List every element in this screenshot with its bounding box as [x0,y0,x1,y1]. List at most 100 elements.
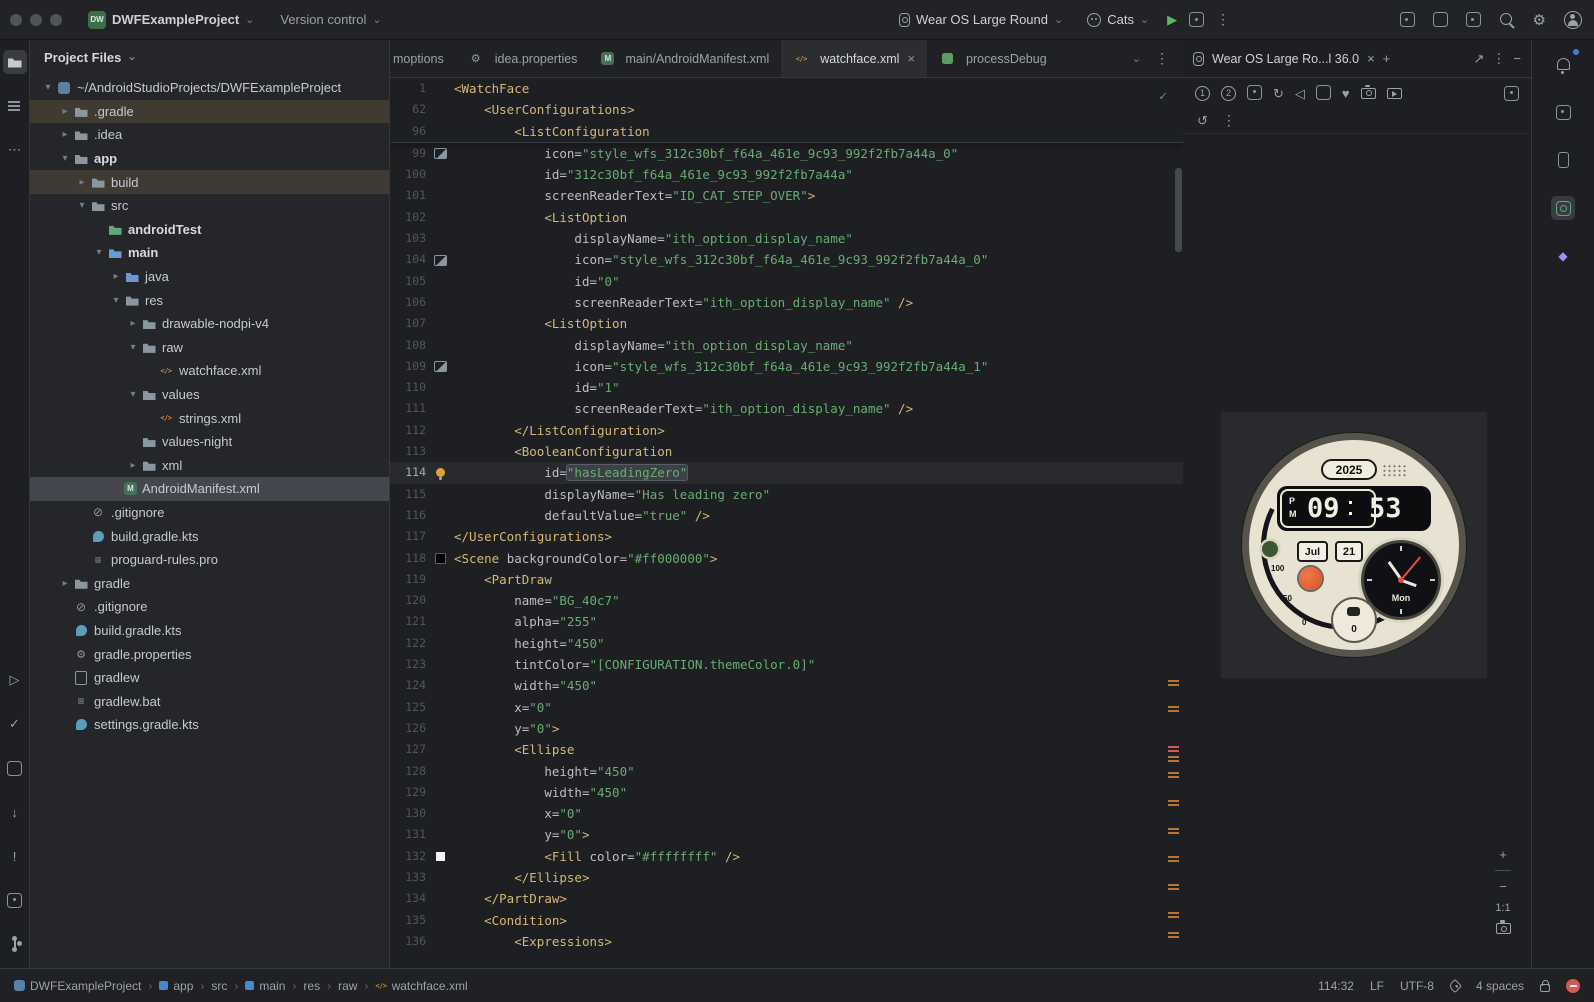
ai-assistant-icon[interactable] [1432,12,1448,27]
code-text[interactable]: x="0" [454,697,552,718]
analysis-mark[interactable] [1168,884,1179,890]
snapshot-icon[interactable] [1315,84,1331,102]
run-tool-window-icon[interactable]: ▷ [3,668,27,692]
code-text[interactable]: screenReaderText="ith_option_display_nam… [454,292,913,313]
code-line-117[interactable]: 117 </UserConfigurations> [390,526,1183,547]
analysis-mark[interactable] [1168,800,1179,806]
analysis-mark[interactable] [1168,856,1179,862]
code-line-106[interactable]: 106 screenReaderText="ith_option_display… [390,292,1183,313]
breadcrumb-app[interactable]: app [159,979,193,993]
build-tool-window-icon[interactable] [3,756,27,780]
code-line-115[interactable]: 115 displayName="Has leading zero" [390,484,1183,505]
code-line-127[interactable]: 127 <Ellipse [390,739,1183,760]
code-text[interactable]: width="450" [454,675,597,696]
breadcrumb-res[interactable]: res [303,979,320,993]
code-text[interactable]: </ListConfiguration> [454,420,665,441]
color-swatch-white-icon[interactable] [426,852,454,861]
reset-view-icon[interactable]: ↺ [1197,114,1208,127]
sync-tool-window-icon[interactable]: ↓ [3,800,27,824]
tree-chevron-icon[interactable]: ▾ [74,200,90,211]
code-line-103[interactable]: 103 displayName="ith_option_display_name… [390,228,1183,249]
project-tool-window-icon[interactable] [2,50,27,74]
profiler-icon[interactable] [1189,12,1205,27]
analysis-mark[interactable] [1168,912,1179,918]
minimize-window-button[interactable] [30,13,42,26]
tree-chevron-icon[interactable]: ▾ [125,389,141,400]
tag-icon[interactable] [1447,978,1463,993]
intention-bulb-icon[interactable] [426,468,454,477]
code-line-123[interactable]: 123 tintColor="[CONFIGURATION.themeColor… [390,654,1183,675]
new-tab-button[interactable]: + [1383,51,1391,66]
project-panel-header[interactable]: Project Files ⌄ [30,40,389,74]
commit-tool-window-icon[interactable]: ✓ [3,712,27,736]
tree-item-androidmanifest-xml[interactable]: M AndroidManifest.xml [30,477,389,501]
panel-options-icon[interactable]: ⋮ [1492,51,1505,67]
image-preview-icon[interactable] [426,361,454,372]
hide-panel-icon[interactable]: − [1513,51,1521,66]
code-text[interactable]: displayName="ith_option_display_name" [454,335,852,356]
code-text[interactable]: <Expressions> [454,931,612,952]
problems-tool-window-icon[interactable]: ! [3,844,27,868]
tree-chevron-icon[interactable]: ▾ [108,295,124,306]
tree-item-java[interactable]: ▸ java [30,265,389,289]
screen-record-icon[interactable] [1386,87,1402,99]
tab-list-dropdown-icon[interactable]: ⌄ [1132,53,1141,64]
code-line-110[interactable]: 110 id="1" [390,377,1183,398]
code-text[interactable]: name="BG_40c7" [454,590,619,611]
code-text[interactable]: <ListOption [454,207,627,228]
close-tab-icon[interactable]: × [1367,51,1375,66]
code-line-99[interactable]: 99 icon="style_wfs_312c30bf_f64a_461e_9c… [390,143,1183,164]
code-text[interactable]: <UserConfigurations> [454,99,635,120]
code-text[interactable]: x="0" [454,803,582,824]
tree-item-gradle-properties[interactable]: ⚙ gradle.properties [30,642,389,666]
project-file-tree[interactable]: ▾ ~/AndroidStudioProjects/DWFExampleProje… [30,74,389,968]
device-more-options-icon[interactable]: ⋮ [1222,112,1236,129]
code-text[interactable]: width="450" [454,782,627,803]
terminal-tool-window-icon[interactable] [3,888,27,912]
code-text[interactable]: screenReaderText="ith_option_display_nam… [454,398,913,419]
code-text[interactable]: </Ellipse> [454,867,589,888]
analysis-mark[interactable] [1168,932,1179,938]
editor-scrollbar[interactable] [1175,168,1182,252]
code-line-129[interactable]: 129 width="450" [390,782,1183,803]
inspections-status-icon[interactable]: ✓ [1159,86,1167,107]
close-icon[interactable]: × [907,51,915,66]
tree-item-main[interactable]: ▾ main [30,241,389,265]
device-manager-icon[interactable] [1551,148,1575,172]
tree-item-androidstudioprojects-dwfexampleproject[interactable]: ▾ ~/AndroidStudioProjects/DWFExampleProje… [30,76,389,100]
analysis-mark[interactable] [1168,828,1179,834]
device-screen[interactable]: 2025 P M 09 53 Jul 21 Mon 100 50 0 0 [1221,412,1487,678]
code-text[interactable]: y="0"> [454,718,559,739]
tree-item-values[interactable]: ▾ values [30,383,389,407]
tree-item-build-gradle-kts[interactable]: build.gradle.kts [30,619,389,643]
code-line-111[interactable]: 111 screenReaderText="ith_option_display… [390,398,1183,419]
breadcrumb-dwfexampleproject[interactable]: DWFExampleProject [14,979,141,993]
tree-chevron-icon[interactable]: ▾ [57,153,73,164]
back-button-icon[interactable]: ◁ [1295,87,1305,100]
editor-tab-watchface-xml[interactable]: </> watchface.xml × [781,40,928,77]
code-line-119[interactable]: 119 <PartDraw [390,569,1183,590]
code-line-122[interactable]: 122 height="450" [390,633,1183,654]
zoom-window-button[interactable] [50,13,62,26]
running-device-tab[interactable]: Wear OS Large Ro...l 36.0 [1212,52,1359,66]
avatar[interactable] [1564,10,1582,29]
code-text[interactable]: y="0"> [454,824,589,845]
code-line-112[interactable]: 112 </ListConfiguration> [390,420,1183,441]
code-line-124[interactable]: 124 width="450" [390,675,1183,696]
breadcrumb-watchface-xml[interactable]: </> watchface.xml [375,979,467,993]
structure-tool-window-icon[interactable] [3,94,27,118]
tree-chevron-icon[interactable]: ▸ [74,177,90,188]
code-text[interactable]: </UserConfigurations> [454,526,612,547]
version-control-tool-window-icon[interactable] [3,932,27,956]
tree-item-values-night[interactable]: values-night [30,430,389,454]
screenshot-button[interactable] [1495,920,1511,934]
breadcrumb-raw[interactable]: raw [338,979,357,993]
tree-chevron-icon[interactable]: ▸ [108,271,124,282]
code-line-101[interactable]: 101 screenReaderText="ID_CAT_STEP_OVER"> [390,185,1183,206]
tree-item-build-gradle-kts[interactable]: build.gradle.kts [30,524,389,548]
wear-button2-icon[interactable]: 2 [1221,85,1236,101]
tree-chevron-icon[interactable]: ▾ [125,342,141,353]
code-line-136[interactable]: 136 <Expressions> [390,931,1183,952]
analysis-mark[interactable] [1168,772,1179,778]
tree-item-gradle[interactable]: ▸ .gradle [30,99,389,124]
